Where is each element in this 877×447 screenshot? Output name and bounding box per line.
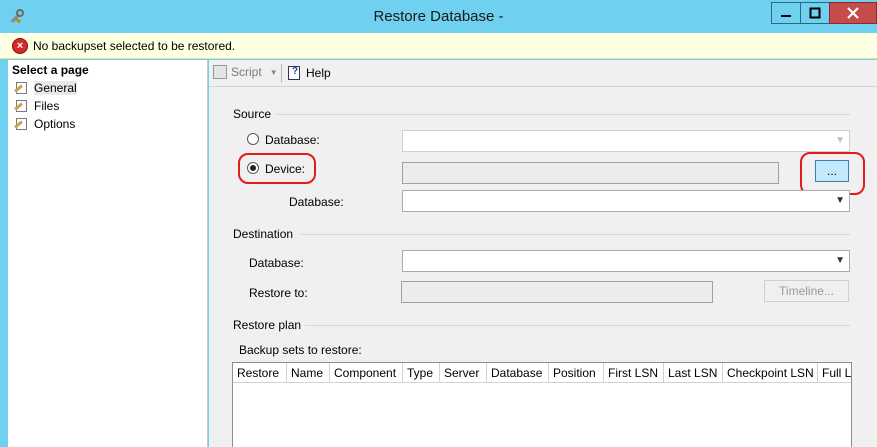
source-database-select[interactable]: ▼ xyxy=(402,130,850,152)
section-divider xyxy=(305,325,850,326)
database-radio-label: Database: xyxy=(265,133,320,147)
chevron-down-icon[interactable]: ▼ xyxy=(270,68,278,77)
sidebar-item-label: Files xyxy=(34,99,60,113)
database-radio[interactable] xyxy=(247,133,259,145)
destination-database-select[interactable]: ▼ xyxy=(402,250,850,272)
help-button[interactable]: ? Help xyxy=(287,65,331,81)
chevron-down-icon: ▼ xyxy=(835,135,845,146)
column-header[interactable]: Server xyxy=(440,363,487,383)
title-bar: Restore Database - xyxy=(0,0,877,33)
maximize-button[interactable] xyxy=(800,2,830,24)
column-header[interactable]: Full LSN xyxy=(818,363,851,383)
maximize-icon xyxy=(809,7,821,19)
help-label: Help xyxy=(306,66,331,80)
device-database-label: Database: xyxy=(289,195,344,209)
device-database-select[interactable]: ▼ xyxy=(402,190,850,212)
error-bar: × No backupset selected to be restored. xyxy=(0,33,877,59)
backup-sets-grid[interactable]: Restore Name Component Type Server Datab… xyxy=(232,362,852,447)
script-button[interactable]: Script ▼ xyxy=(213,65,278,79)
column-header[interactable]: Type xyxy=(403,363,440,383)
general-page: Script ▼ ? Help Source Database: ▼ Devic… xyxy=(209,60,877,447)
section-divider xyxy=(277,114,850,115)
sidebar-item-label: Options xyxy=(34,117,76,131)
backup-sets-label: Backup sets to restore: xyxy=(239,343,362,357)
grid-header: Restore Name Component Type Server Datab… xyxy=(233,363,851,383)
column-header[interactable]: First LSN xyxy=(604,363,664,383)
column-header[interactable]: Last LSN xyxy=(664,363,723,383)
page-wrench-icon xyxy=(14,81,30,95)
chevron-down-icon: ▼ xyxy=(835,255,845,266)
page-wrench-icon xyxy=(14,117,30,131)
page-wrench-icon xyxy=(14,99,30,113)
restore-to-field[interactable] xyxy=(401,281,713,303)
device-radio-label: Device: xyxy=(265,162,306,176)
close-icon xyxy=(847,7,859,19)
script-label: Script xyxy=(231,65,262,79)
close-button[interactable] xyxy=(829,2,877,24)
timeline-button[interactable]: Timeline... xyxy=(764,280,849,302)
error-x-icon: × xyxy=(12,38,28,54)
page-selector: Select a page General Files Options xyxy=(8,60,208,447)
source-heading: Source xyxy=(233,107,272,121)
minimize-icon xyxy=(781,15,791,17)
error-message: No backupset selected to be restored. xyxy=(33,39,236,53)
device-path-field[interactable] xyxy=(402,162,779,184)
restore-plan-heading: Restore plan xyxy=(233,318,302,332)
minimize-button[interactable] xyxy=(771,2,801,24)
help-book-icon: ? xyxy=(287,65,303,81)
sidebar-item-general[interactable]: General xyxy=(14,79,77,97)
chevron-down-icon: ▼ xyxy=(835,195,845,206)
window-title: Restore Database - xyxy=(373,8,504,25)
section-divider xyxy=(301,234,850,235)
script-icon xyxy=(213,65,227,79)
sidebar-item-options[interactable]: Options xyxy=(14,115,75,133)
column-header[interactable]: Restore xyxy=(233,363,287,383)
sidebar-item-files[interactable]: Files xyxy=(14,97,59,115)
column-header[interactable]: Name xyxy=(287,363,330,383)
toolbar: Script ▼ ? Help xyxy=(209,60,877,87)
sidebar-item-label: General xyxy=(34,81,77,95)
destination-heading: Destination xyxy=(233,227,294,241)
column-header[interactable]: Checkpoint LSN xyxy=(723,363,818,383)
column-header[interactable]: Component xyxy=(330,363,403,383)
select-page-header: Select a page xyxy=(12,63,89,77)
restore-to-label: Restore to: xyxy=(249,286,308,300)
column-header[interactable]: Database xyxy=(487,363,549,383)
browse-button[interactable]: ... xyxy=(815,160,849,182)
destination-database-label: Database: xyxy=(249,256,304,270)
toolbar-separator xyxy=(281,64,282,82)
device-radio[interactable] xyxy=(247,162,259,174)
column-header[interactable]: Position xyxy=(549,363,604,383)
